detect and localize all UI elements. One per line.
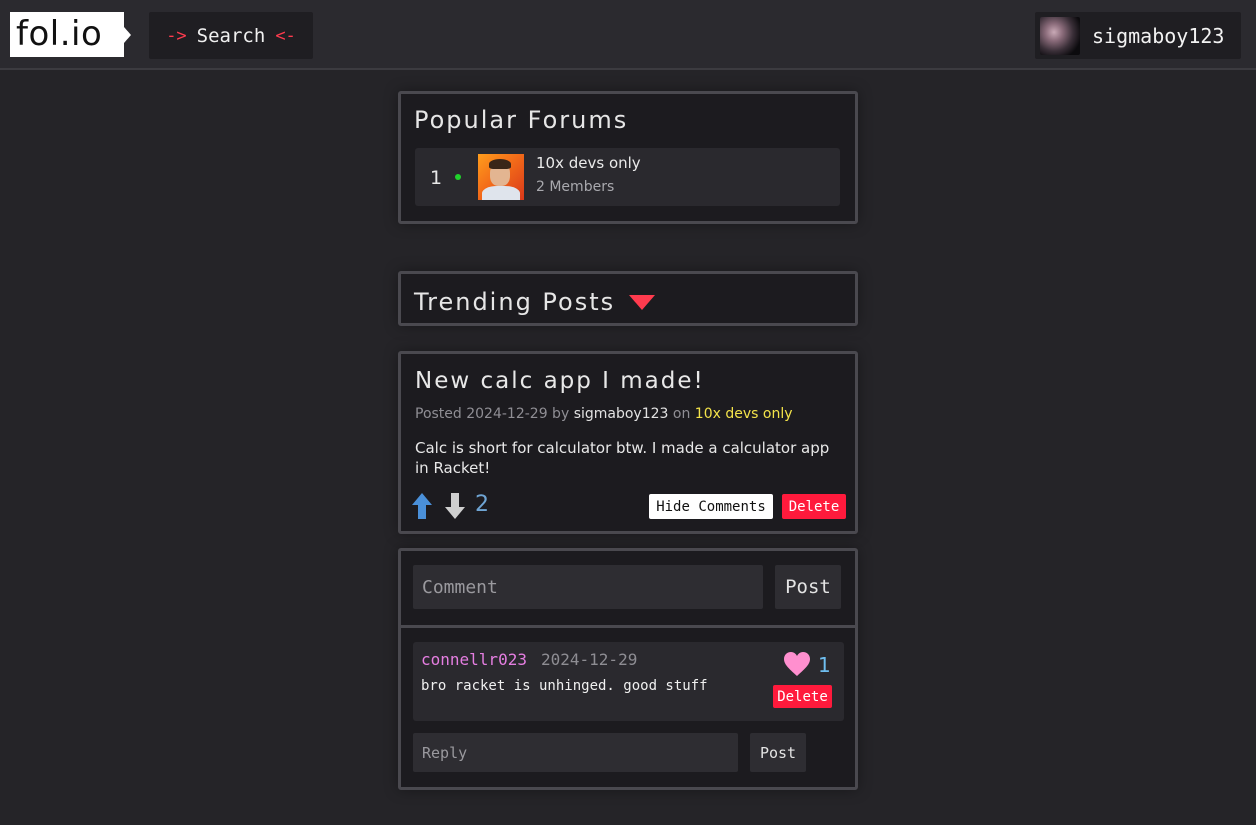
forum-name: 10x devs only <box>536 154 641 172</box>
triangle-down-icon <box>629 295 655 310</box>
comment-text: bro racket is unhinged. good stuff <box>421 678 708 694</box>
post-reply-button[interactable]: Post <box>750 733 806 772</box>
popular-forums-card: Popular Forums 1 10x devs only 2 Members <box>398 91 858 224</box>
vote-score: 2 <box>475 492 489 517</box>
comments-card: Post connellr023 2024-12-29 bro racket i… <box>398 548 858 790</box>
top-navbar: fol.io -> Search <- sigmaboy123 <box>0 0 1256 70</box>
delete-post-button[interactable]: Delete <box>782 494 846 519</box>
comment-author[interactable]: connellr023 <box>421 650 527 669</box>
forum-avatar <box>478 154 524 200</box>
search-button[interactable]: -> Search <- <box>149 12 313 59</box>
trending-posts-title: Trending Posts <box>414 288 616 316</box>
hide-comments-button[interactable]: Hide Comments <box>649 494 773 519</box>
heart-icon[interactable] <box>783 651 811 677</box>
downvote-arrow-icon[interactable] <box>444 492 466 520</box>
forum-rank: 1 <box>430 167 443 189</box>
trending-posts-toggle[interactable]: Trending Posts <box>398 271 858 326</box>
comment-input[interactable] <box>413 565 763 609</box>
logo[interactable]: fol.io <box>10 12 131 57</box>
delete-comment-button[interactable]: Delete <box>773 685 832 708</box>
divider <box>401 625 855 628</box>
post-comment-button[interactable]: Post <box>775 565 841 609</box>
forum-member-count: 2 Members <box>536 179 615 195</box>
post-card: New calc app I made! Posted 2024-12-29 b… <box>398 351 858 534</box>
post-meta-prefix: Posted 2024-12-29 by <box>415 406 570 422</box>
comment-like-count: 1 <box>818 653 831 677</box>
forum-list-item[interactable]: 1 10x devs only 2 Members <box>415 148 840 206</box>
online-dot-icon <box>455 174 461 180</box>
search-arrow-right: <- <box>275 25 296 46</box>
upvote-arrow-icon[interactable] <box>411 492 433 520</box>
search-arrow-left: -> <box>166 25 187 46</box>
search-label: Search <box>196 24 266 47</box>
reply-input[interactable] <box>413 733 738 772</box>
comment-item: connellr023 2024-12-29 bro racket is unh… <box>413 642 844 721</box>
popular-forums-title: Popular Forums <box>414 106 629 134</box>
post-body: Calc is short for calculator btw. I made… <box>415 439 830 477</box>
avatar <box>1040 16 1080 55</box>
post-title: New calc app I made! <box>415 368 705 394</box>
username: sigmaboy123 <box>1092 23 1225 48</box>
user-profile-button[interactable]: sigmaboy123 <box>1035 12 1241 59</box>
post-author[interactable]: sigmaboy123 <box>574 406 669 422</box>
post-meta-on: on <box>672 406 691 422</box>
post-forum-link[interactable]: 10x devs only <box>695 406 793 422</box>
comment-date: 2024-12-29 <box>541 650 638 669</box>
post-meta: Posted 2024-12-29 by sigmaboy123 on 10x … <box>415 406 793 422</box>
